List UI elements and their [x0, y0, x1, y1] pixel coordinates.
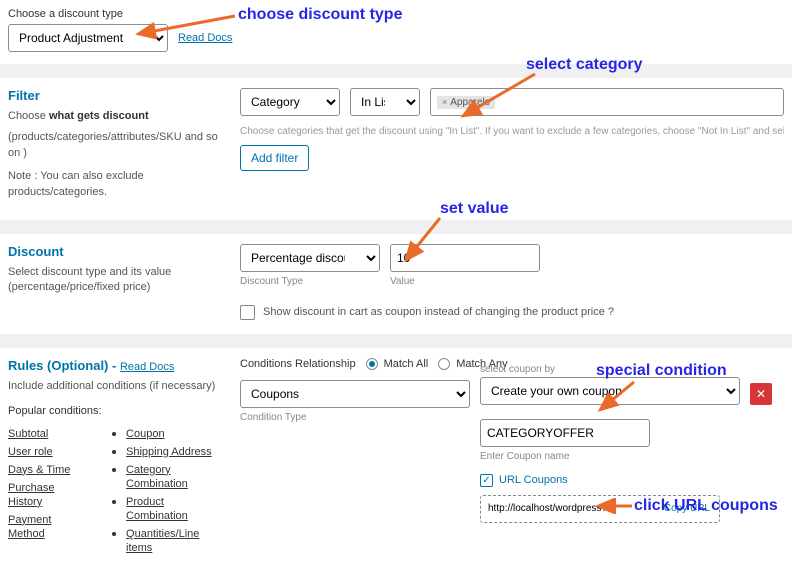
show-as-coupon-checkbox[interactable] [240, 305, 255, 320]
copy-url-button[interactable]: Copy URL [658, 503, 716, 514]
close-icon: ✕ [756, 387, 766, 401]
condition-type-select[interactable]: Coupons [240, 380, 470, 408]
filter-tags-input[interactable]: × Apparels [430, 88, 784, 116]
popular-condition-link[interactable]: Subtotal [8, 428, 48, 440]
popular-condition-link[interactable]: User role [8, 446, 53, 458]
popular-condition-link[interactable]: Days & Time [8, 464, 70, 476]
filter-help-text: Choose categories that get the discount … [240, 126, 784, 137]
show-as-coupon-label: Show discount in cart as coupon instead … [263, 306, 614, 318]
popular-conditions-label: Popular conditions: [8, 404, 228, 419]
popular-condition-link[interactable]: Product Combination [126, 496, 188, 522]
discount-value-input[interactable] [390, 244, 540, 272]
popular-condition-link[interactable]: Payment Method [8, 514, 51, 540]
match-all-radio[interactable] [366, 358, 378, 370]
discount-kind-label: Discount Type [240, 276, 380, 287]
url-coupon-input[interactable] [484, 499, 658, 519]
coupon-by-label: select coupon by [480, 364, 740, 375]
discount-type-label: Choose a discount type [8, 8, 784, 20]
filter-title: Filter [8, 88, 228, 103]
filter-sub1: Choose what gets discount [8, 109, 228, 124]
filter-sub2: (products/categories/attributes/SKU and … [8, 130, 228, 161]
url-coupons-label: URL Coupons [499, 474, 568, 486]
discount-title: Discount [8, 244, 228, 259]
discount-value-label: Value [390, 276, 540, 287]
rules-title: Rules (Optional) - Read Docs [8, 358, 228, 373]
coupon-by-select[interactable]: Create your own coupon [480, 377, 740, 405]
coupon-name-input[interactable] [480, 419, 650, 447]
popular-condition-link[interactable]: Coupon [126, 428, 165, 440]
add-filter-button[interactable]: Add filter [240, 145, 309, 171]
match-all-label: Match All [384, 358, 429, 370]
rules-sub: Include additional conditions (if necess… [8, 379, 228, 394]
coupon-name-label: Enter Coupon name [480, 451, 740, 462]
read-docs-link-top[interactable]: Read Docs [178, 32, 232, 44]
discount-sub: Select discount type and its value (perc… [8, 265, 228, 296]
filter-tag[interactable]: × Apparels [437, 96, 495, 109]
popular-condition-link[interactable]: Category Combination [126, 464, 188, 490]
popular-condition-link[interactable]: Shipping Address [126, 446, 212, 458]
discount-kind-select[interactable]: Percentage discount [240, 244, 380, 272]
url-coupons-checkbox[interactable]: ✓ [480, 474, 493, 487]
filter-op-select[interactable]: In List [350, 88, 420, 116]
read-docs-link-rules[interactable]: Read Docs [120, 361, 174, 373]
tag-remove-icon[interactable]: × [442, 97, 447, 107]
discount-type-select[interactable]: Product Adjustment [8, 24, 168, 52]
condition-type-label: Condition Type [240, 412, 470, 423]
filter-note: Note : You can also exclude products/cat… [8, 169, 228, 200]
url-coupon-row: Copy URL [480, 495, 720, 523]
remove-condition-button[interactable]: ✕ [750, 383, 772, 405]
popular-condition-link[interactable]: Purchase History [8, 482, 54, 508]
cond-rel-label: Conditions Relationship [240, 358, 356, 370]
filter-by-select[interactable]: Category [240, 88, 340, 116]
match-any-radio[interactable] [438, 358, 450, 370]
popular-condition-link[interactable]: Quantities/Line items [126, 528, 199, 554]
